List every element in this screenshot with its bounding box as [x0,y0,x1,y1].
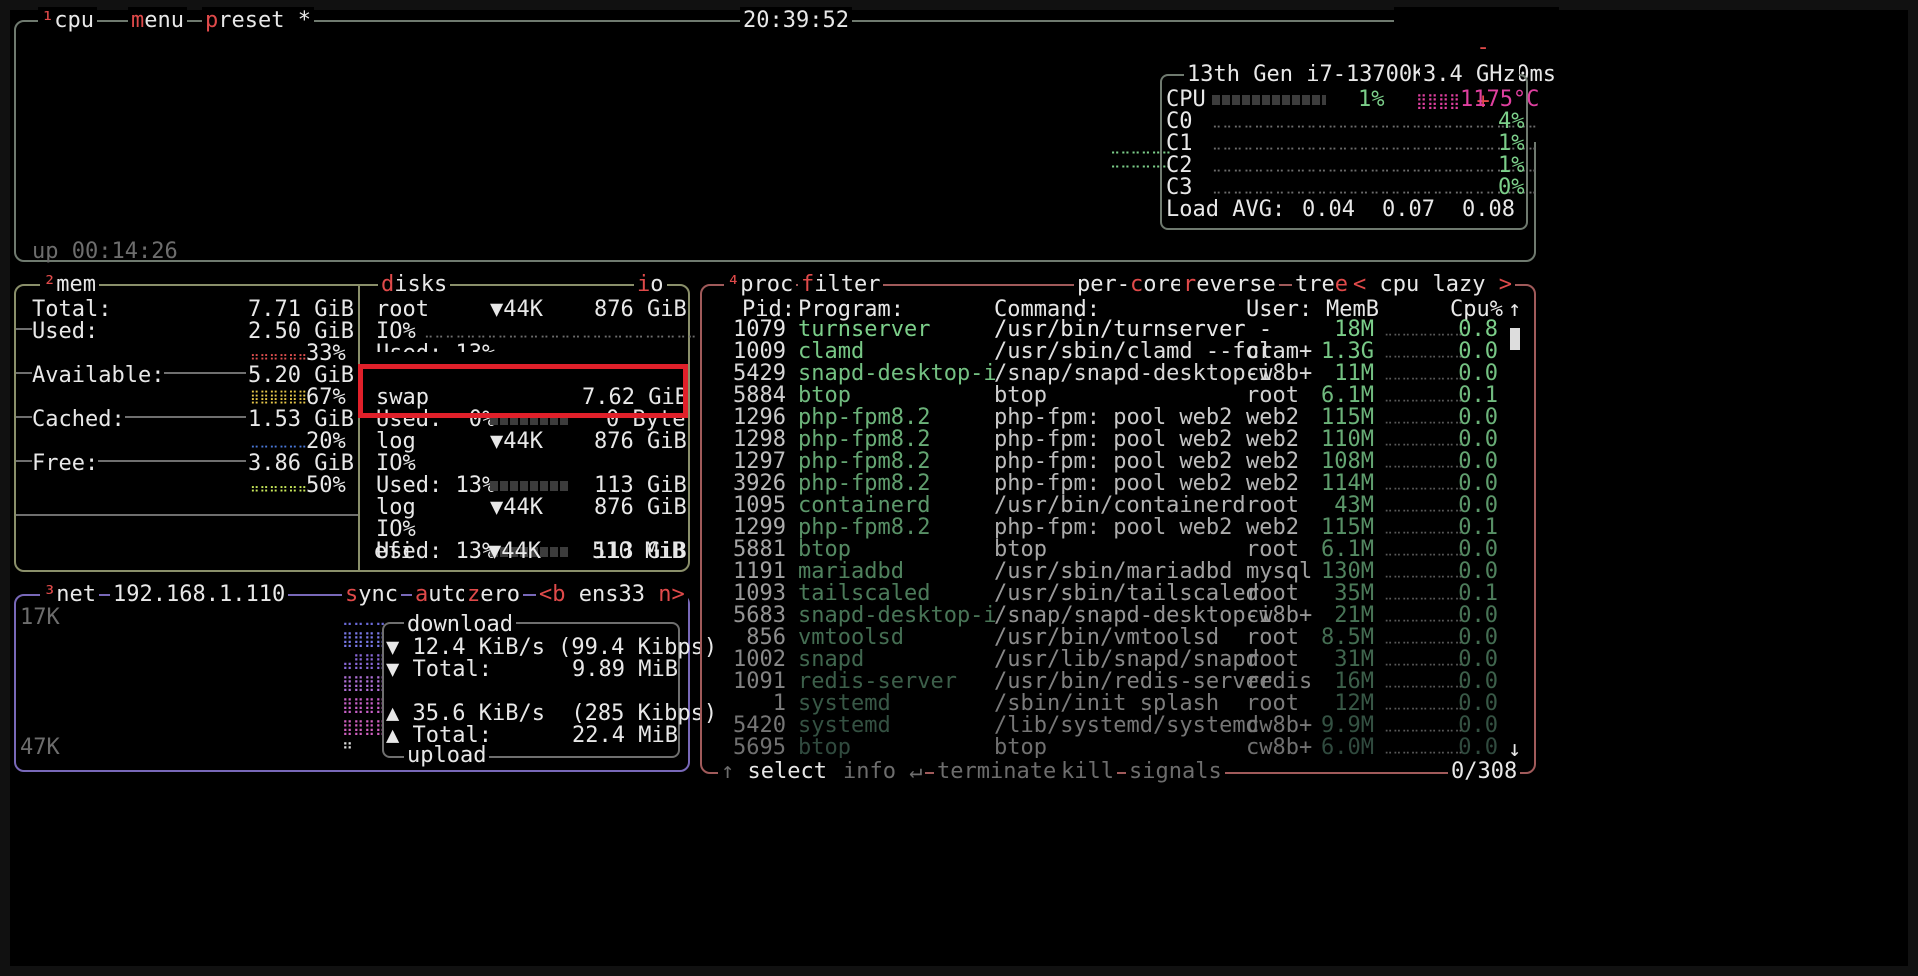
cpu-info-box: 13th Gen i7-13700K 3.4 GHz CPU 1% ⣿⣿⣿⣿11… [1160,61,1539,230]
net-upload-label: upload [404,742,490,769]
cpu-model: 13th Gen i7-13700K [1184,61,1429,88]
net-scale-bottom: 47K [20,735,60,760]
proc-kill-button[interactable]: kill [1058,758,1117,785]
mem-available-label: Available: [32,362,165,389]
proc-tree-toggle[interactable]: tree [1292,271,1351,298]
table-row[interactable]: 1298 php-fpm8.2 php-fpm: pool web2 web2 110M… [702,427,1522,452]
mem-used-label: Used: [32,318,99,345]
table-row[interactable]: 1095 containerd/usr/bin/containerd root 43M… [702,493,1522,518]
disk-efi-name: efi [374,539,414,564]
mem-tab[interactable]: ²mem [40,271,99,298]
process-program: btop [798,735,851,760]
table-row[interactable]: 1091 redis-server/usr/bin/redis-server red… [702,669,1522,694]
table-row[interactable]: 5695 btop btop cw8b+ 6.0M 0.0 ⣀⣀⣀⣀⣀⣀⣀⣀⣀ [702,735,1522,760]
disk-efi-size: 510 MiB [592,539,685,564]
table-row[interactable]: 1299 php-fpm8.2 php-fpm: pool web2 web2 115M… [702,515,1522,540]
net-graph: ⣀⣀⣀⣀ ⣿⣿⣿⣿ ⣤⣿⣿⣿ ⣿⣿⣿⣿ ⣿⣿⣿⣿ ⣿⣿⣿⣿ ⠛ [342,608,386,758]
preset-button[interactable]: preset * [202,7,314,34]
table-row[interactable]: 5881 btop btop root 6.1M 0.0 ⣀⣀⣀⣀⣀⣀⣀⣀⣀ [702,537,1522,562]
table-row[interactable]: 5884 btop btop root 6.1M 0.1 ⣀⣀⣀⣀⣀⣀⣀⣀⣀ [702,383,1522,408]
table-row[interactable]: 1296 php-fpm8.2 php-fpm: pool web2 web2 115M… [702,405,1522,430]
disk-root-used: Used: 13% [376,340,495,352]
net-down-total: 9.89 MiB [572,657,678,682]
table-row[interactable]: 1297 php-fpm8.2 php-fpm: pool web2 web2 108M… [702,449,1522,474]
table-row[interactable]: 1079 turnserver/usr/bin/turnserver -18M 0.… [702,317,1522,342]
net-scale-top: 17K [20,605,60,630]
cpu-panel: ¹cpu menu preset * 20:39:52 - 2000ms + u… [14,7,1559,264]
disk-log2-speed: ▼44K [490,495,543,520]
proc-tab[interactable]: ⁴proc [724,271,797,298]
table-row[interactable]: 1 systemd/sbin/init splash root 12M 0.0 ⣀⣀⣀⣀⣀… [702,691,1522,716]
disk-log1-speed: ▼44K [490,429,543,454]
net-down-total-label: ▼ Total: [386,657,492,682]
disk-log2-size: 876 GiB [594,495,687,520]
process-command: btop [994,735,1047,760]
table-row[interactable]: 1009 clamd/usr/sbin/clamd --for clam+ 1.3G 0… [702,339,1522,364]
proc-filter-button[interactable]: filter [798,271,884,298]
table-row[interactable]: 5683 snapd-desktop-i/snap/snapd-desktop-i… [702,603,1522,628]
proc-select-button[interactable]: ↑ select ↓ [718,758,857,785]
table-row[interactable]: 1191 mariadbd/usr/sbin/mariadbd mysql 130M 0… [702,559,1522,584]
process-cpu: 0.0 [1458,735,1498,760]
process-cpu-graph: ⣀⣀⣀⣀⣀⣀⣀⣀⣀ [1384,740,1464,754]
clock: 20:39:52 [740,7,852,34]
net-sync-toggle[interactable]: sync [342,581,401,608]
load-avg-5: 0.07 [1382,197,1435,222]
proc-scrollbar-thumb[interactable] [1510,328,1520,350]
cpu-tab[interactable]: ¹cpu [38,7,97,34]
process-pid: 5695 [733,735,786,760]
mem-free-graph: ⣤⣤⣤⣤⣤⣤ [250,478,308,493]
interval-decrease-button[interactable]: - [1476,35,1489,60]
table-row[interactable]: 5420 systemd/lib/systemd/systemd cw8b+ 9.9M… [702,713,1522,738]
uptime: up 00:14:26 [32,239,178,264]
proc-signals-button[interactable]: signals [1126,758,1225,785]
mem-free-pct: 50% [306,473,346,498]
disks-tab[interactable]: disks [378,271,451,298]
btop-terminal: ¹cpu menu preset * 20:39:52 - 2000ms + u… [10,7,1908,966]
process-mem: 6.0M [1321,735,1374,760]
cpu-total-meter [1212,95,1326,105]
net-panel: ³net 192.168.1.110 sync auto zero <b ens… [14,581,717,772]
proc-panel: ⁴proc filter per-core reverse tree < cpu… [700,271,1536,785]
table-row[interactable]: 5429 snapd-desktop-i/snap/snapd-desktop-i… [702,361,1522,386]
proc-sort-selector[interactable]: < cpu lazy > [1350,271,1515,298]
load-avg-1: 0.04 [1302,197,1355,222]
mem-free-label: Free: [32,450,99,477]
disk-efi-speed: ▼44K [488,539,541,564]
proc-per-core-toggle[interactable]: per-core [1074,271,1186,298]
net-zero-toggle[interactable]: zero [464,581,523,608]
net-auto-toggle[interactable]: auto [412,581,471,608]
cpu-freq: 3.4 GHz [1420,61,1519,88]
table-row[interactable]: 1002 snapd/usr/lib/snapd/snapd root 31M 0.0 ⣀… [702,647,1522,672]
disk-log1-meter [490,481,570,491]
proc-reverse-toggle[interactable]: reverse [1180,271,1279,298]
load-avg-label: Load AVG: [1166,197,1286,222]
mem-cached-label: Cached: [32,406,125,433]
load-avg-15: 0.08 [1462,197,1515,222]
table-row[interactable]: 856 vmtoolsd/usr/bin/vmtoolsd root 8.5M 0.0 ⣀… [702,625,1522,650]
table-row[interactable]: 3926 php-fpm8.2 php-fpm: pool web2 web2 114M… [702,471,1522,496]
net-up-total: 22.4 MiB [572,723,678,748]
proc-terminate-button[interactable]: terminate [934,758,1060,785]
mem-disk-divider [358,286,360,570]
net-ip: 192.168.1.110 [110,581,289,608]
net-stats-box: download ▼ 12.4 KiB/s (99.4 Kibps) ▼ Tot… [382,611,717,769]
menu-button[interactable]: menu [128,7,187,34]
disk-log1-size: 876 GiB [594,429,687,454]
io-toggle[interactable]: io [634,271,667,298]
net-interface-selector[interactable]: <b ens33 n> [536,581,688,608]
proc-info-button[interactable]: info ↵ [840,758,926,785]
mem-panel: ²mem disks io Total: 7.71 GiB Used: 2.50… [14,271,697,572]
table-row[interactable]: 1093 tailscaled/usr/sbin/tailscaled root 35… [702,581,1522,606]
swap-highlight-box [358,364,688,418]
proc-count: 0/308 [1448,758,1521,785]
process-user: cw8b+ [1246,735,1313,760]
